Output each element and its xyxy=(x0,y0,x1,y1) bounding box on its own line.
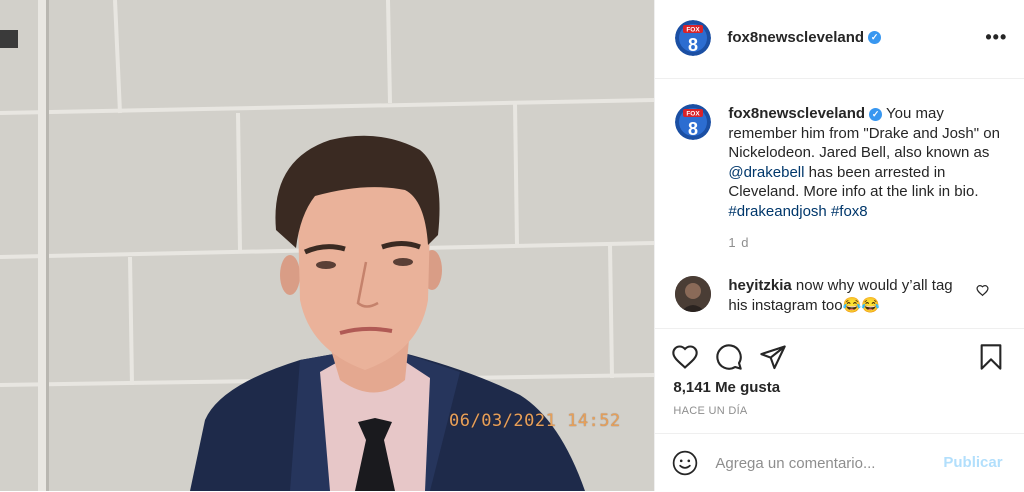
like-heart-icon[interactable] xyxy=(671,343,699,376)
svg-text:8: 8 xyxy=(688,35,698,55)
caption-username[interactable]: fox8newscleveland xyxy=(728,105,865,122)
svg-text:FOX: FOX xyxy=(687,111,701,118)
save-bookmark-icon[interactable] xyxy=(977,343,1005,376)
comment-bubble-icon[interactable] xyxy=(715,343,743,376)
instagram-post: 06/03/2021 14:52 FOX 8 fox8newscleveland… xyxy=(0,0,1024,491)
commenter-avatar-image xyxy=(675,276,712,312)
fox8-logo-icon: FOX 8 xyxy=(675,104,712,140)
post-header: FOX 8 fox8newscleveland ✓ ••• xyxy=(655,0,1024,79)
fox8-logo-icon: FOX 8 xyxy=(675,20,712,56)
likes-count[interactable]: 8,141 Me gusta xyxy=(673,379,780,396)
caption-time-ago[interactable]: 1 d xyxy=(728,235,749,250)
svg-text:8: 8 xyxy=(688,119,698,139)
verified-badge-icon: ✓ xyxy=(869,107,883,121)
caption-mention-link[interactable]: @drakebell xyxy=(728,164,804,181)
hashtag-link-fox8[interactable]: #fox8 xyxy=(831,203,868,220)
emoji-smiley-icon[interactable] xyxy=(672,450,698,481)
hashtag-link-drakeandjosh[interactable]: #drakeandjosh xyxy=(728,203,826,220)
svg-text:FOX: FOX xyxy=(687,27,701,34)
verified-badge-icon: ✓ xyxy=(868,31,882,45)
comment-composer: Publicar xyxy=(655,433,1024,492)
photo-timestamp: 06/03/2021 14:52 xyxy=(449,411,621,431)
header-username[interactable]: fox8newscleveland xyxy=(727,29,864,46)
comment-text: heyitzkia now why would y’all tag his in… xyxy=(728,276,968,315)
add-comment-input[interactable] xyxy=(715,451,936,475)
post-sidebar: FOX 8 fox8newscleveland ✓ ••• FOX 8 fox8n… xyxy=(654,0,1024,491)
comment-like-heart-icon[interactable] xyxy=(976,284,989,302)
share-paper-plane-icon[interactable] xyxy=(759,343,787,376)
fox8-logo-avatar[interactable]: FOX 8 xyxy=(675,20,712,56)
commenter-avatar[interactable] xyxy=(675,276,712,312)
post-photo[interactable]: 06/03/2021 14:52 xyxy=(0,0,655,491)
more-options-button[interactable]: ••• xyxy=(985,27,1007,48)
caption-avatar[interactable]: FOX 8 xyxy=(675,104,712,140)
post-date[interactable]: HACE UN DÍA xyxy=(673,405,747,417)
caption-text: fox8newscleveland ✓ You may remember him … xyxy=(728,104,1008,221)
comment-username[interactable]: heyitzkia xyxy=(728,277,791,294)
publish-button[interactable]: Publicar xyxy=(943,454,1002,471)
header-username-wrap: fox8newscleveland ✓ xyxy=(727,29,882,47)
